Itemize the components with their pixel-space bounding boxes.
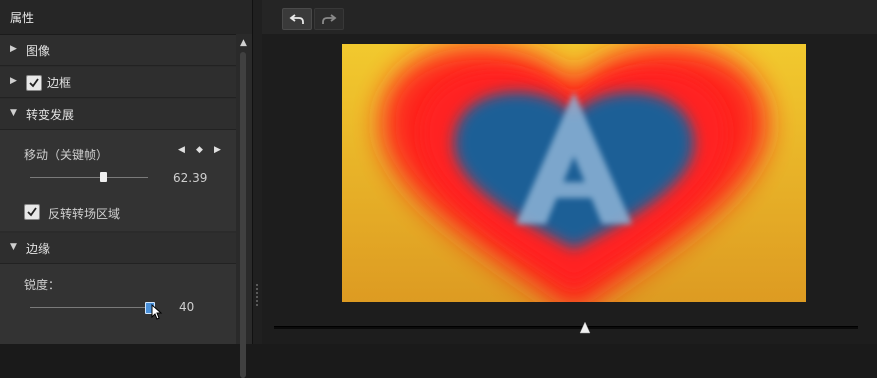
- mouse-cursor-icon: [151, 304, 163, 320]
- redo-icon: [322, 14, 337, 24]
- expanded-arrow-icon: ▼: [10, 242, 17, 252]
- panel-title: 属性: [10, 11, 35, 25]
- heart-transition-preview: [342, 44, 806, 302]
- checkmark-icon: [29, 78, 39, 88]
- section-border-label: 边框: [47, 76, 72, 90]
- move-value: 62.39: [173, 171, 208, 185]
- edge-content: 锐度： 40: [0, 264, 236, 344]
- panel-scrollbar[interactable]: ▲: [236, 34, 252, 378]
- section-transition[interactable]: ▼ 转变发展: [0, 99, 236, 130]
- undo-icon: [289, 14, 304, 24]
- section-border[interactable]: ▶ 边框: [0, 67, 236, 98]
- section-edge[interactable]: ▼ 边缘: [0, 233, 236, 264]
- prev-keyframe-icon[interactable]: ◀: [178, 145, 185, 155]
- expanded-arrow-icon: ▼: [10, 108, 17, 118]
- move-keyframe-label: 移动（关键帧）: [24, 148, 109, 162]
- reverse-area-label: 反转转场区域: [48, 207, 121, 221]
- section-image[interactable]: ▶ 图像: [0, 35, 236, 66]
- preview-image: [342, 44, 806, 302]
- section-transition-label: 转变发展: [26, 108, 75, 122]
- redo-button[interactable]: [314, 8, 344, 30]
- checkmark-icon: [27, 207, 37, 217]
- sharpness-label: 锐度：: [24, 278, 61, 292]
- add-keyframe-icon[interactable]: ◆: [196, 145, 203, 155]
- playhead-icon[interactable]: [579, 322, 591, 334]
- reverse-area-checkbox[interactable]: [24, 204, 40, 220]
- properties-panel: 属性 ▶ 图像 ▶ 边框 ▼ 转变发展 移动（关键帧） ◀ ◆ ▶ 62.39: [0, 0, 253, 378]
- preview-area: [262, 0, 877, 344]
- move-slider-thumb[interactable]: [100, 172, 108, 182]
- section-edge-label: 边缘: [26, 242, 51, 256]
- section-image-label: 图像: [26, 44, 51, 58]
- timeline-bar[interactable]: [274, 326, 858, 329]
- collapsed-arrow-icon: ▶: [10, 44, 17, 54]
- transition-content: 移动（关键帧） ◀ ◆ ▶ 62.39 反转转场区域: [0, 130, 236, 231]
- preview-toolbar: [262, 0, 877, 34]
- sharpness-value: 40: [179, 300, 195, 314]
- border-checkbox[interactable]: [26, 75, 42, 91]
- panel-splitter[interactable]: [253, 0, 262, 344]
- splitter-grip-icon[interactable]: [256, 284, 258, 308]
- collapsed-arrow-icon: ▶: [10, 76, 17, 86]
- undo-button[interactable]: [282, 8, 312, 30]
- scrollbar-thumb[interactable]: [240, 52, 246, 378]
- move-slider-track[interactable]: [30, 177, 148, 178]
- scroll-up-icon[interactable]: ▲: [240, 38, 247, 48]
- panel-header: 属性: [0, 0, 252, 35]
- sharpness-slider-track[interactable]: [30, 307, 154, 308]
- next-keyframe-icon[interactable]: ▶: [214, 145, 221, 155]
